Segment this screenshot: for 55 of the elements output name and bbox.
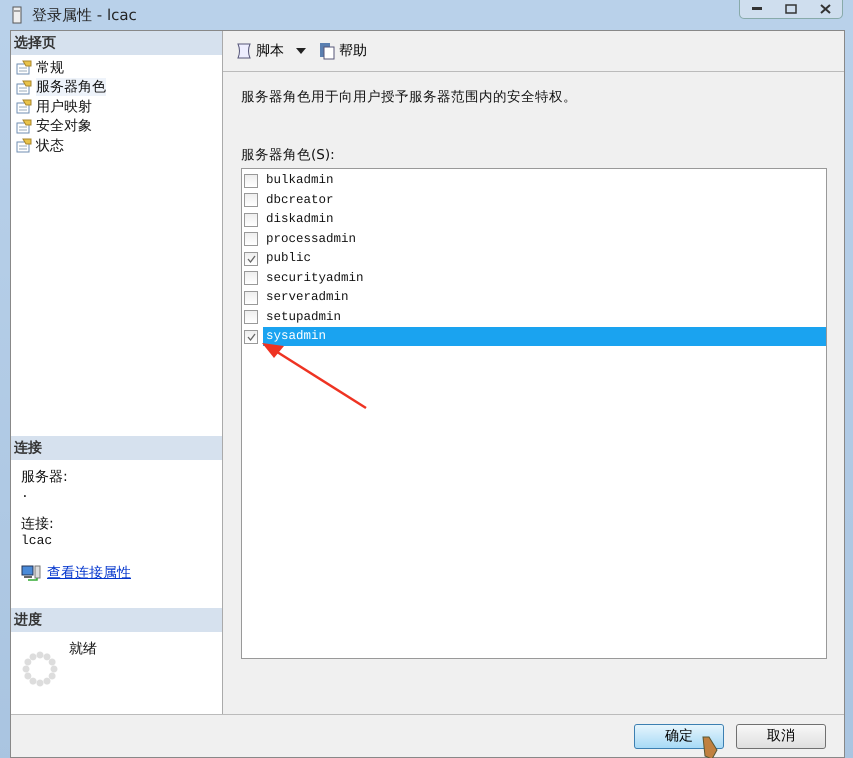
role-item[interactable]: securityadmin	[263, 268, 826, 288]
checkbox[interactable]	[244, 212, 258, 227]
page-icon	[16, 99, 32, 114]
checkbox[interactable]	[244, 232, 258, 246]
close-icon[interactable]	[820, 4, 830, 14]
minimize-icon[interactable]	[752, 7, 762, 11]
spinner-icon	[21, 650, 59, 688]
section-header: 选择页	[11, 31, 222, 55]
sidebar-item[interactable]: 常规	[36, 58, 64, 77]
document-icon	[318, 42, 336, 60]
cancel-button[interactable]: 取消	[736, 724, 826, 748]
page-icon	[16, 80, 32, 95]
checkbox[interactable]	[244, 271, 258, 286]
sidebar-item[interactable]: 服务器角色	[36, 78, 106, 96]
connection-value: lcac	[21, 533, 54, 548]
cursor-icon	[700, 736, 720, 758]
checkmark-icon	[246, 254, 256, 263]
role-item[interactable]: serveradmin	[263, 288, 826, 308]
role-item[interactable]: processadmin	[263, 230, 826, 249]
caret-icon[interactable]	[296, 48, 306, 54]
page-icon	[16, 138, 32, 154]
checkbox[interactable]	[244, 290, 258, 305]
sidebar-item[interactable]: 安全对象	[36, 117, 92, 136]
window-title: 登录属性 - lcac	[32, 6, 137, 24]
connection-properties-link[interactable]: 查看连接属性	[47, 564, 131, 582]
window-icon	[12, 6, 22, 24]
description-text: 服务器角色用于向用户授予服务器范围内的安全特权。	[241, 88, 578, 106]
sidebar-item[interactable]: 状态	[36, 136, 64, 155]
checkbox[interactable]	[244, 330, 258, 344]
role-item[interactable]: setupadmin	[263, 308, 826, 327]
ok-button[interactable]: 确定	[634, 724, 724, 748]
checkbox[interactable]	[244, 310, 258, 324]
server-label: 服务器:	[21, 468, 69, 486]
sidebar-item[interactable]: 用户映射	[36, 98, 92, 116]
section-header: 连接	[11, 436, 222, 460]
server-value: .	[21, 486, 30, 501]
script-button[interactable]: 脚本	[233, 40, 286, 62]
maximize-icon[interactable]	[785, 4, 797, 14]
role-item[interactable]: bulkadmin	[263, 171, 826, 190]
page-icon	[16, 60, 32, 76]
help-button[interactable]: 帮助	[316, 40, 369, 62]
section-header: 进度	[11, 608, 222, 632]
progress-status: 就绪	[69, 640, 97, 659]
roles-label: 服务器角色(S):	[241, 146, 336, 164]
scroll-icon	[235, 42, 253, 60]
computer-icon	[21, 564, 41, 582]
page-icon	[16, 118, 32, 134]
checkbox[interactable]	[244, 193, 258, 208]
role-item[interactable]: dbcreator	[263, 190, 826, 210]
checkmark-icon	[246, 332, 256, 341]
checkbox[interactable]	[244, 174, 258, 188]
connection-label: 连接:	[21, 515, 55, 533]
role-item[interactable]: diskadmin	[263, 210, 826, 230]
checkbox[interactable]	[244, 252, 258, 266]
role-item[interactable]: public	[263, 249, 826, 268]
